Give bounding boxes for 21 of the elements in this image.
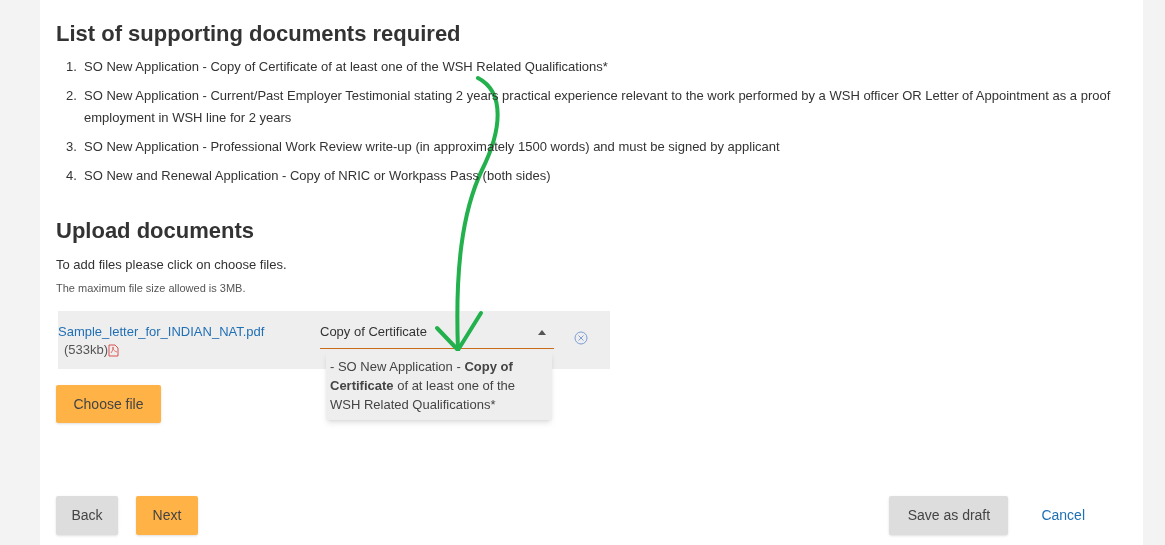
next-button[interactable]: Next [136,496,198,535]
list-number: 3. [66,138,78,156]
list-number: 4. [66,167,78,185]
save-draft-button[interactable]: Save as draft [889,496,1009,535]
list-number: 2. [66,87,78,105]
file-size: (533kb) [64,341,109,359]
dropdown-option[interactable]: - SO New Application - Copy of Certificate of at least one of the WSH Related Qualifications* [330,357,548,414]
file-link[interactable]: Sample_letter_for_INDIAN_NAT.pdf [58,323,320,341]
upload-instruction: To add files please click on choose files. [56,256,288,274]
document-type-select[interactable]: Copy of Certificate [320,323,554,349]
cancel-link[interactable]: Cancel [1041,505,1085,526]
back-button[interactable]: Back [56,496,118,535]
section-heading: List of supporting documents required [56,20,462,48]
choose-file-button[interactable]: Choose file [56,385,161,423]
document-requirement: SO New Application - Copy of Certificate of at least one of the WSH Related Qualifications* [84,58,608,76]
section-heading: Upload documents [56,217,255,245]
document-requirement: SO New and Renewal Application - Copy of NRIC or Workpass Pass (both sides) [84,167,551,185]
file-size-note: The maximum file size allowed is 3MB. [56,281,247,296]
list-number: 1. [66,58,78,76]
pdf-icon [108,343,120,357]
remove-icon[interactable] [574,331,588,345]
